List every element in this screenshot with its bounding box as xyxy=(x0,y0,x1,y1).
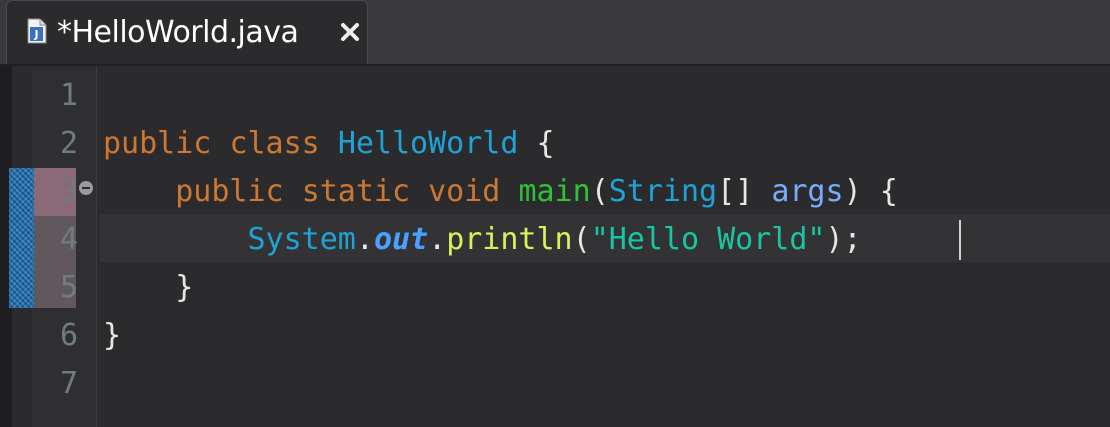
method-call: println xyxy=(446,222,573,257)
svg-text:J: J xyxy=(33,28,38,41)
line-number: 1 xyxy=(59,78,78,113)
code-line-2[interactable]: public class HelloWorld { xyxy=(103,120,555,168)
line-number: 4 xyxy=(59,222,78,257)
line-number: 7 xyxy=(59,366,78,401)
line-number: 5 xyxy=(59,270,78,305)
keyword: void xyxy=(428,174,501,209)
code-editor[interactable]: 1 2 3 4 5 6 7 public class HelloWorld { … xyxy=(0,66,1110,427)
code-line-5[interactable]: } xyxy=(103,264,193,312)
fold-collapse-icon[interactable] xyxy=(79,181,93,195)
class-name: HelloWorld xyxy=(337,126,519,161)
tab-title: *HelloWorld.java xyxy=(57,15,299,50)
java-file-icon: J xyxy=(27,18,47,44)
paren: ( xyxy=(572,222,591,257)
keyword: public xyxy=(103,126,212,161)
class-name: System xyxy=(247,222,356,257)
code-line-3[interactable]: public static void main(String[] args) { xyxy=(103,168,898,216)
string-literal: "Hello World" xyxy=(590,222,826,257)
code-line-4[interactable]: System.out.println("Hello World"); xyxy=(103,216,862,264)
editor-tab-bar: J *HelloWorld.java xyxy=(0,0,1110,66)
line-number: 2 xyxy=(59,126,78,161)
text-caret xyxy=(959,220,961,260)
code-line-6[interactable]: } xyxy=(103,312,121,360)
method-name: main xyxy=(518,174,591,209)
quick-diff-change-marker[interactable] xyxy=(9,168,34,308)
keyword: public xyxy=(175,174,284,209)
keyword: static xyxy=(301,174,411,209)
line-number: 6 xyxy=(59,318,78,353)
parameter-name: args xyxy=(771,174,844,209)
brace: } xyxy=(175,270,194,305)
line-number: 3 xyxy=(59,174,78,209)
tab-helloworld-java[interactable]: J *HelloWorld.java xyxy=(6,0,368,64)
close-icon[interactable] xyxy=(339,21,361,43)
paren: ( xyxy=(590,174,609,209)
brace: } xyxy=(103,318,122,353)
array-brackets: [] xyxy=(717,174,754,209)
type-name: String xyxy=(608,174,718,209)
dot: . xyxy=(428,222,447,257)
static-field: out xyxy=(373,222,429,257)
keyword: class xyxy=(229,126,320,161)
dot: . xyxy=(355,222,374,257)
brace: { xyxy=(536,126,555,161)
brace: { xyxy=(879,174,898,209)
paren-semicolon: ); xyxy=(825,222,862,257)
paren: ) xyxy=(843,174,862,209)
